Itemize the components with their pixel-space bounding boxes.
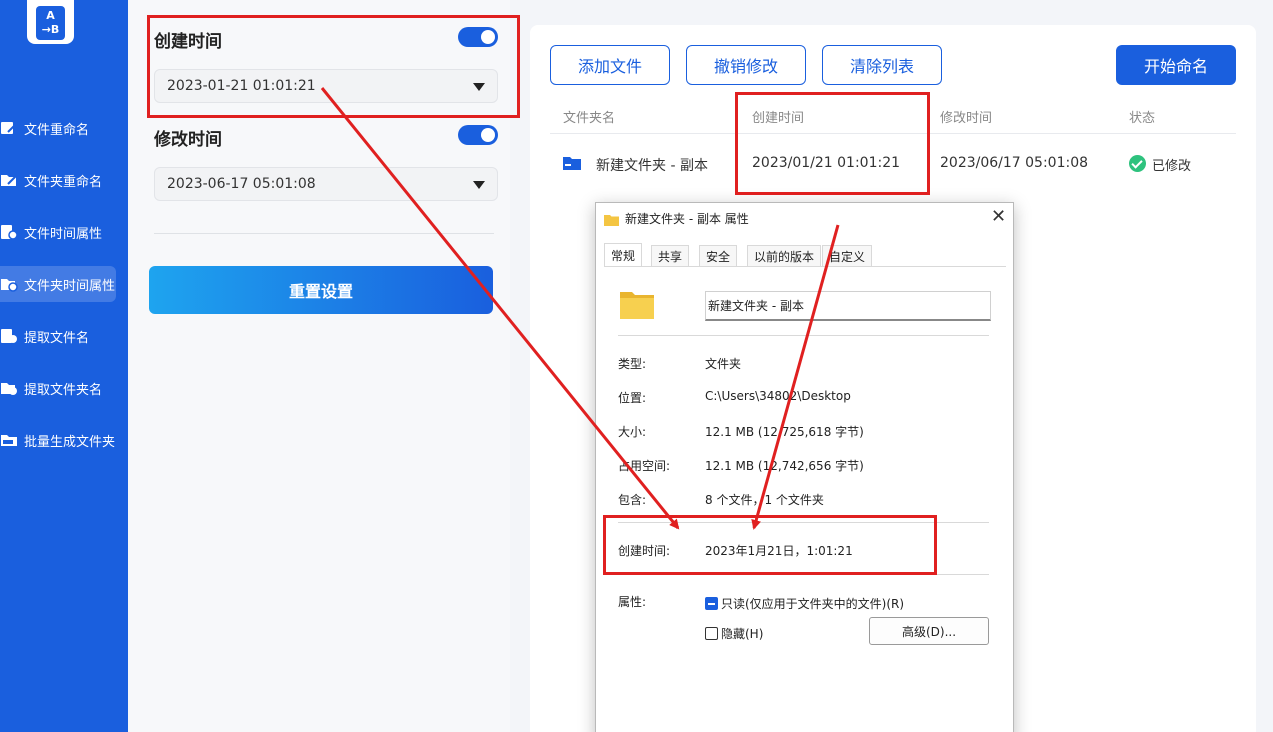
app-logo: A →B: [27, 0, 74, 44]
annotation-box-table: [735, 92, 930, 195]
undo-button[interactable]: 撤销修改: [686, 45, 806, 85]
sidebar-item-label: 提取文件夹名: [24, 382, 103, 398]
modified-time-value: 2023-06-17 05:01:08: [167, 176, 316, 192]
file-rename-icon: [0, 120, 18, 136]
prop-label-attributes: 属性:: [618, 595, 647, 609]
sidebar-item-label: 文件夹时间属性: [24, 278, 116, 294]
prop-value-contains: 8 个文件，1 个文件夹: [705, 493, 824, 507]
close-icon[interactable]: ✕: [991, 206, 1006, 227]
tab-divider: [604, 266, 1006, 267]
add-file-button[interactable]: 添加文件: [550, 45, 670, 85]
sidebar-item-file-time[interactable]: 文件时间属性: [0, 214, 116, 250]
clear-list-button[interactable]: 清除列表: [822, 45, 942, 85]
prop-value-disk-size: 12.1 MB (12,742,656 字节): [705, 459, 864, 473]
prop-value-type: 文件夹: [705, 357, 742, 371]
column-header-status: 状态: [1129, 111, 1156, 126]
prop-value-size: 12.1 MB (12,725,618 字节): [705, 425, 864, 439]
prop-label-disk-size: 占用空间:: [618, 459, 671, 473]
modified-time-toggle[interactable]: [458, 125, 498, 145]
tab-customize[interactable]: 自定义: [822, 245, 873, 267]
check-circle-icon: [1129, 155, 1146, 172]
hidden-checkbox[interactable]: [705, 627, 718, 640]
tab-previous-versions[interactable]: 以前的版本: [747, 245, 822, 267]
dialog-divider: [618, 335, 989, 336]
row-status: 已修改: [1152, 159, 1192, 174]
chevron-down-icon: [473, 181, 485, 189]
readonly-label: 只读(仅应用于文件夹中的文件)(R): [721, 597, 905, 611]
sidebar-item-file-rename[interactable]: 文件重命名: [0, 110, 116, 146]
sidebar: A →B 文件重命名 文件夹重命名 文件时间属性 文件夹时间属性 提取文件名 提取…: [0, 0, 128, 732]
properties-dialog: 新建文件夹 - 副本 属性 ✕ 常规 共享 安全 以前的版本 自定义 新建文件夹…: [595, 202, 1014, 732]
prop-label-size: 大小:: [618, 425, 647, 439]
hidden-label: 隐藏(H): [721, 627, 764, 641]
prop-label-contains: 包含:: [618, 493, 647, 507]
folder-time-icon: [0, 276, 18, 292]
folder-icon: [604, 211, 619, 226]
sidebar-item-label: 提取文件名: [24, 330, 90, 346]
folder-name-input[interactable]: 新建文件夹 - 副本: [705, 291, 991, 321]
sidebar-item-label: 文件重命名: [24, 122, 90, 138]
settings-divider: [154, 233, 494, 234]
start-rename-button[interactable]: 开始命名: [1116, 45, 1236, 85]
modified-time-select[interactable]: 2023-06-17 05:01:08: [154, 167, 498, 201]
reset-button[interactable]: 重置设置: [149, 266, 493, 314]
modified-time-label: 修改时间: [154, 130, 222, 150]
annotation-box-settings: [147, 15, 520, 118]
sidebar-item-label: 批量生成文件夹: [24, 434, 116, 450]
sidebar-item-extract-folder[interactable]: 提取文件夹名: [0, 370, 116, 406]
sidebar-item-batch-folder[interactable]: 批量生成文件夹: [0, 422, 116, 458]
folder-icon: [563, 155, 581, 170]
dialog-title: 新建文件夹 - 副本 属性: [625, 212, 749, 226]
extract-file-icon: [0, 328, 18, 344]
prop-label-location: 位置:: [618, 391, 647, 405]
annotation-box-dialog: [603, 515, 937, 575]
extract-folder-icon: [0, 380, 18, 396]
advanced-button[interactable]: 高级(D)...: [869, 617, 989, 645]
row-folder-name: 新建文件夹 - 副本: [596, 158, 708, 174]
prop-label-type: 类型:: [618, 357, 647, 371]
column-header-name: 文件夹名: [563, 111, 616, 126]
batch-folder-icon: [0, 432, 18, 448]
tab-security[interactable]: 安全: [699, 245, 738, 267]
readonly-checkbox[interactable]: [705, 597, 718, 610]
row-modified-time: 2023/06/17 05:01:08: [940, 155, 1089, 171]
tab-general[interactable]: 常规: [604, 243, 643, 267]
folder-rename-icon: [0, 172, 18, 188]
sidebar-item-folder-rename[interactable]: 文件夹重命名: [0, 162, 116, 198]
sidebar-item-folder-time[interactable]: 文件夹时间属性: [0, 266, 116, 302]
file-time-icon: [0, 224, 18, 240]
sidebar-item-label: 文件时间属性: [24, 226, 103, 242]
folder-icon: [620, 289, 654, 319]
sidebar-item-label: 文件夹重命名: [24, 174, 103, 190]
logo-mark: A →B: [36, 6, 65, 40]
sidebar-item-extract-file[interactable]: 提取文件名: [0, 318, 116, 354]
prop-value-location: C:\Users\34802\Desktop: [705, 389, 851, 403]
column-header-modified: 修改时间: [940, 111, 993, 126]
tab-sharing[interactable]: 共享: [651, 245, 690, 267]
